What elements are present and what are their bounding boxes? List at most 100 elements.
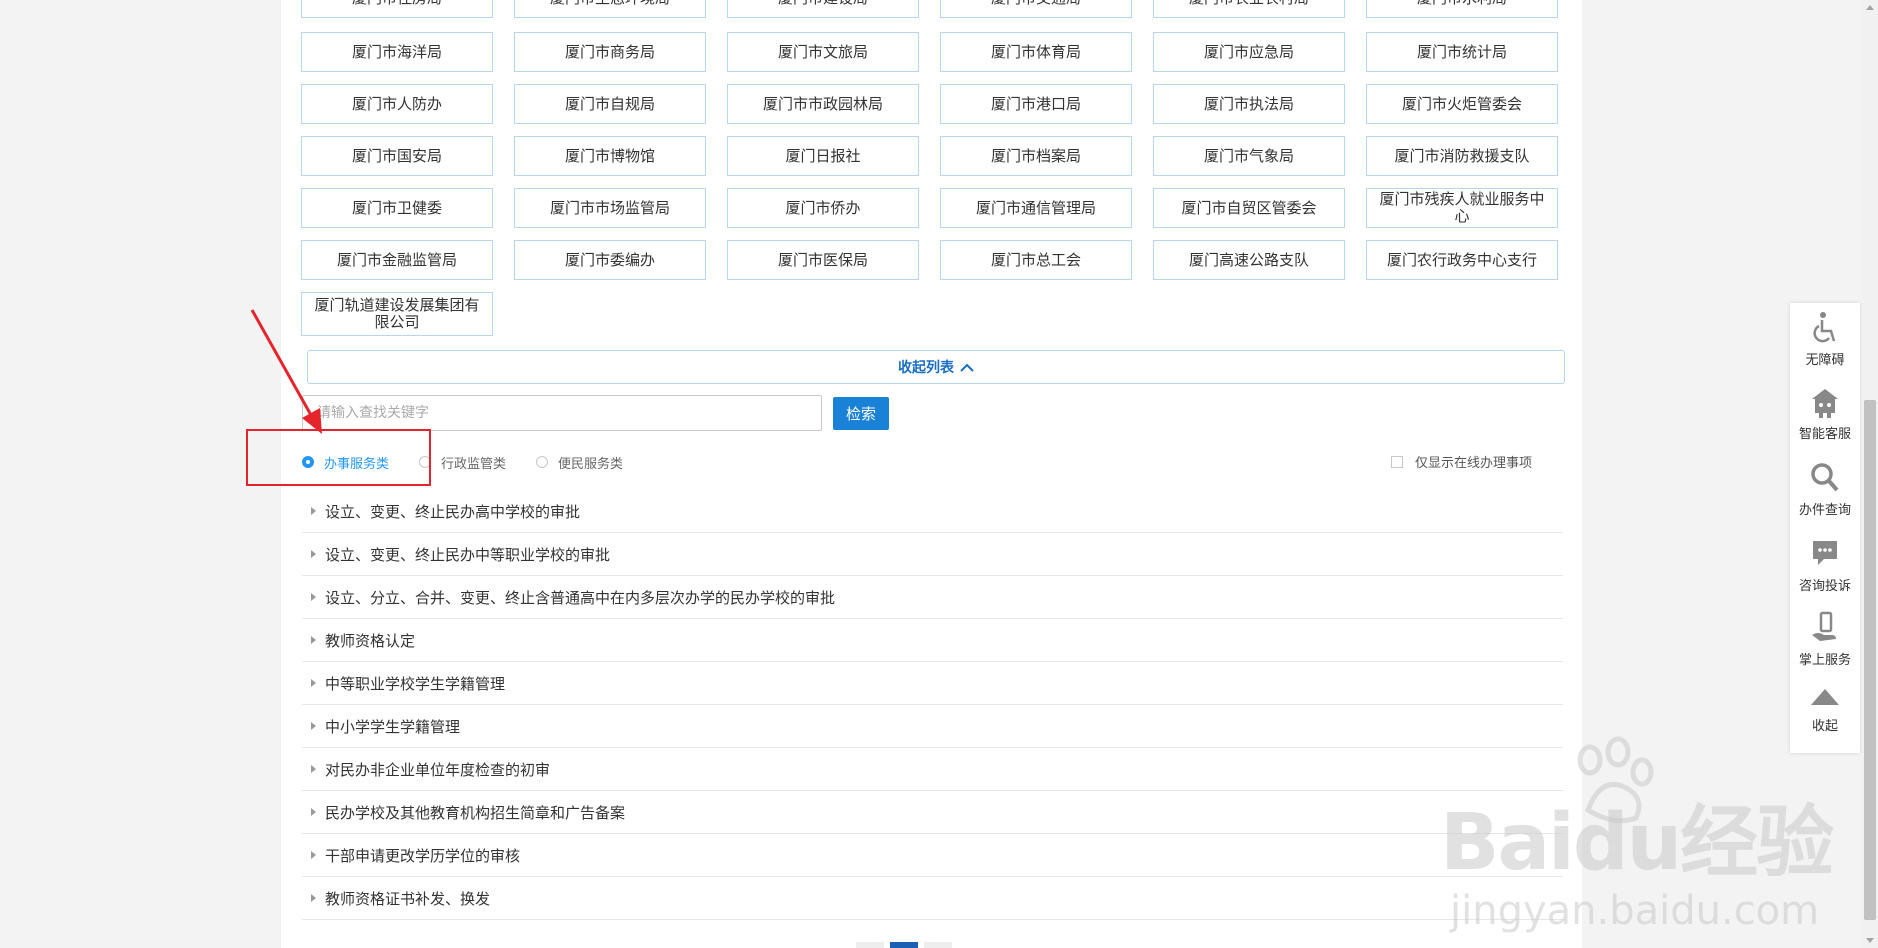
department-label: 厦门市执法局	[1203, 94, 1294, 113]
department-button[interactable]: 厦门市住房局	[301, 0, 493, 18]
department-label: 厦门市医保局	[777, 250, 868, 269]
department-label: 厦门市市场监管局	[549, 198, 670, 217]
caret-right-icon	[311, 636, 316, 644]
department-button[interactable]: 厦门市消防救援支队	[1366, 136, 1558, 176]
search-input[interactable]	[302, 395, 822, 431]
department-button[interactable]: 厦门市火炬管委会	[1366, 84, 1558, 124]
collapse-list-button[interactable]: 收起列表	[307, 350, 1565, 384]
service-item[interactable]: 对民办非企业单位年度检查的初审	[302, 748, 1563, 791]
radio-label: 便民服务类	[558, 456, 624, 472]
side-item-label: 办件查询	[1798, 503, 1851, 518]
side-item-accessibility[interactable]: 无障碍	[1790, 311, 1860, 368]
department-button[interactable]: 厦门市国安局	[301, 136, 493, 176]
side-item-query[interactable]: 办件查询	[1790, 461, 1860, 518]
scroll-up-icon[interactable]	[1866, 5, 1874, 10]
service-item[interactable]: 教师资格证书补发、换发	[302, 877, 1563, 920]
search-icon	[1811, 463, 1839, 492]
department-label: 厦门市自规局	[564, 94, 655, 113]
department-button[interactable]: 厦门市人防办	[301, 84, 493, 124]
department-label: 厦门市住房局	[352, 0, 442, 7]
online-only-checkbox[interactable]: 仅显示在线办理事项	[1391, 452, 1532, 471]
department-label: 厦门市应急局	[1203, 42, 1294, 61]
chat-icon	[1813, 541, 1837, 565]
department-button[interactable]: 厦门市通信管理局	[940, 188, 1132, 228]
caret-right-icon	[311, 851, 316, 859]
page-scrollbar[interactable]	[1862, 0, 1878, 948]
side-item-label: 收起	[1811, 719, 1838, 734]
department-button[interactable]: 厦门市档案局	[940, 136, 1132, 176]
department-button[interactable]: 厦门市商务局	[514, 32, 706, 72]
department-label: 厦门市卫健委	[351, 198, 442, 217]
department-button[interactable]: 厦门市港口局	[940, 84, 1132, 124]
side-item-consult[interactable]: 咨询投诉	[1790, 537, 1860, 594]
department-button[interactable]: 厦门市市政园林局	[727, 84, 919, 124]
department-button[interactable]: 厦门市博物馆	[514, 136, 706, 176]
department-button[interactable]: 厦门市残疾人就业服务中心	[1366, 188, 1558, 228]
service-item[interactable]: 中小学学生学籍管理	[302, 705, 1563, 748]
department-button[interactable]: 厦门市应急局	[1153, 32, 1345, 72]
pagination	[856, 942, 958, 948]
department-button[interactable]: 厦门市农业农村局	[1153, 0, 1345, 18]
department-button[interactable]: 厦门市交通局	[940, 0, 1132, 18]
department-button[interactable]: 厦门市自规局	[514, 84, 706, 124]
department-button[interactable]: 厦门市生态环境局	[514, 0, 706, 18]
department-button[interactable]: 厦门市卫健委	[301, 188, 493, 228]
service-item[interactable]: 教师资格认定	[302, 619, 1563, 662]
radio-service[interactable]: 办事服务类	[302, 453, 389, 472]
department-button[interactable]: 厦门市总工会	[940, 240, 1132, 280]
service-item-label: 民办学校及其他教育机构招生简章和广告备案	[325, 803, 626, 822]
side-item-label: 智能客服	[1798, 427, 1851, 442]
radio-supervision[interactable]: 行政监管类	[419, 453, 506, 472]
scroll-thumb[interactable]	[1864, 400, 1876, 920]
department-button[interactable]: 厦门日报社	[727, 136, 919, 176]
page-button-current[interactable]	[890, 942, 918, 948]
side-item-collapse[interactable]: 收起	[1790, 685, 1860, 734]
department-button[interactable]: 厦门市医保局	[727, 240, 919, 280]
service-item-label: 设立、变更、终止民办中等职业学校的审批	[325, 545, 611, 564]
service-item[interactable]: 干部申请更改学历学位的审核	[302, 834, 1563, 877]
search-button[interactable]: 检索	[833, 397, 889, 430]
service-item[interactable]: 设立、变更、终止民办中等职业学校的审批	[302, 533, 1563, 576]
department-button[interactable]: 厦门市文旅局	[727, 32, 919, 72]
service-item[interactable]: 中等职业学校学生学籍管理	[302, 662, 1563, 705]
radio-convenience[interactable]: 便民服务类	[536, 453, 623, 472]
service-item[interactable]: 设立、分立、合并、变更、终止含普通高中在内多层次办学的民办学校的审批	[302, 576, 1563, 619]
radio-indicator	[536, 456, 549, 468]
department-label: 厦门市委编办	[564, 250, 655, 269]
page-button[interactable]	[856, 942, 884, 948]
department-label: 厦门日报社	[785, 146, 861, 165]
department-label: 厦门市建设局	[778, 0, 868, 7]
department-button[interactable]: 厦门市统计局	[1366, 32, 1558, 72]
department-button[interactable]: 厦门市市场监管局	[514, 188, 706, 228]
department-button[interactable]: 厦门市自贸区管委会	[1153, 188, 1345, 228]
department-button[interactable]: 厦门市海洋局	[301, 32, 493, 72]
department-label: 厦门市交通局	[991, 0, 1081, 7]
service-item[interactable]: 民办学校及其他教育机构招生简章和广告备案	[302, 791, 1563, 834]
department-button[interactable]: 厦门市建设局	[727, 0, 919, 18]
service-item-label: 设立、变更、终止民办高中学校的审批	[325, 502, 581, 521]
department-button[interactable]: 厦门市委编办	[514, 240, 706, 280]
department-button[interactable]: 厦门市金融监管局	[301, 240, 493, 280]
department-button[interactable]: 厦门高速公路支队	[1153, 240, 1345, 280]
department-button[interactable]: 厦门市水利局	[1366, 0, 1558, 18]
triangle-up-icon	[1811, 689, 1839, 705]
department-label: 厦门市港口局	[990, 94, 1081, 113]
side-item-mobile[interactable]: 掌上服务	[1790, 611, 1860, 668]
side-item-label: 咨询投诉	[1798, 579, 1851, 594]
department-label: 厦门市人防办	[351, 94, 442, 113]
service-item-label: 中等职业学校学生学籍管理	[325, 674, 506, 693]
department-button[interactable]: 厦门农行政务中心支行	[1366, 240, 1558, 280]
service-item[interactable]: 设立、变更、终止民办高中学校的审批	[302, 490, 1563, 533]
department-button[interactable]: 厦门市侨办	[727, 188, 919, 228]
department-label: 厦门市气象局	[1203, 146, 1294, 165]
page-button[interactable]	[924, 942, 952, 948]
caret-right-icon	[311, 765, 316, 773]
radio-label: 办事服务类	[324, 456, 390, 472]
department-button[interactable]: 厦门市体育局	[940, 32, 1132, 72]
annotation-arrow	[250, 309, 322, 434]
department-button[interactable]: 厦门市执法局	[1153, 84, 1345, 124]
scroll-down-icon[interactable]	[1866, 938, 1874, 943]
department-button[interactable]: 厦门市气象局	[1153, 136, 1345, 176]
department-label: 厦门市博物馆	[564, 146, 655, 165]
side-item-ai-service[interactable]: 智能客服	[1790, 385, 1860, 442]
